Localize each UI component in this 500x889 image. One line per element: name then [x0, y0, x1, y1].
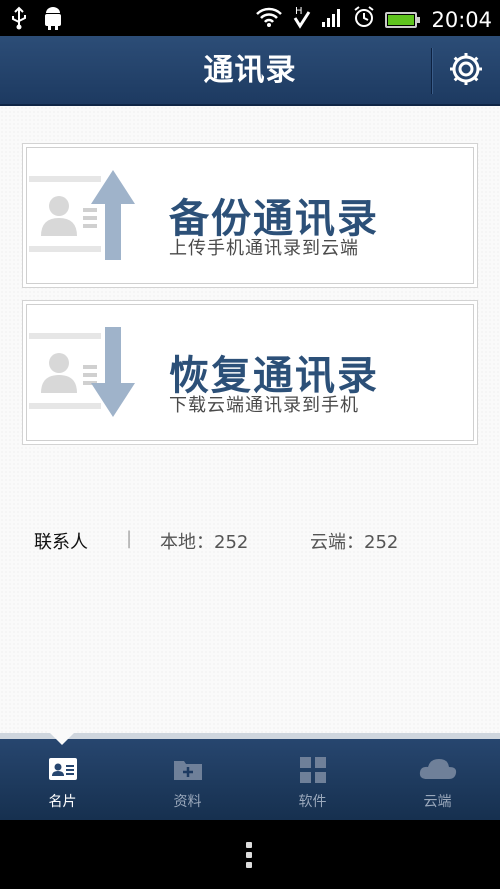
tab-label: 资料: [173, 794, 202, 810]
tab-label: 名片: [48, 794, 77, 810]
folder-add-icon: [173, 757, 203, 783]
contact-download-icon: [29, 319, 147, 435]
contact-stats: 联系人 | 本地：252 云端：252: [34, 526, 474, 556]
status-bar: H 20:04: [0, 0, 500, 36]
tab-apps[interactable]: 软件: [250, 757, 375, 821]
backup-contacts-card[interactable]: 备份通讯录 上传手机通讯录到云端: [22, 143, 478, 288]
battery-icon: [385, 12, 421, 28]
app-header: 通讯录: [0, 36, 500, 106]
system-nav-bar: [0, 820, 500, 889]
tab-business-card[interactable]: 名片: [0, 757, 125, 821]
business-card-icon: [48, 757, 78, 783]
tab-files[interactable]: 资料: [125, 757, 250, 821]
page-title: 通讯录: [203, 53, 297, 88]
contact-upload-icon: [29, 162, 147, 278]
gear-icon: [447, 50, 485, 92]
clock: 20:04: [431, 8, 492, 32]
sync-icon: H: [293, 4, 311, 36]
active-tab-pointer: [48, 731, 76, 745]
usb-icon: [10, 6, 28, 36]
tab-cloud[interactable]: 云端: [375, 757, 500, 821]
local-count: 本地：252: [160, 532, 249, 553]
tab-label: 云端: [423, 794, 452, 810]
stats-label: 联系人: [34, 532, 88, 553]
cloud-icon: [418, 757, 458, 783]
wifi-icon: [255, 6, 283, 34]
tab-label: 软件: [298, 794, 327, 810]
android-debug-icon: [42, 6, 64, 36]
alarm-icon: [353, 5, 375, 35]
stats-separator: |: [126, 528, 133, 549]
menu-dots-icon[interactable]: [246, 842, 252, 872]
settings-button[interactable]: [432, 36, 500, 106]
bottom-tab-bar: 名片 资料 软件 云端: [0, 731, 500, 821]
restore-contacts-card[interactable]: 恢复通讯录 下载云端通讯录到手机: [22, 300, 478, 445]
cloud-count: 云端：252: [310, 532, 399, 553]
apps-grid-icon: [298, 757, 328, 783]
svg-text:H: H: [295, 6, 303, 17]
signal-icon: [321, 6, 343, 34]
backup-subtitle: 上传手机通讯录到云端: [169, 238, 359, 259]
main-content: 备份通讯录 上传手机通讯录到云端 恢复通讯录 下载云端通讯录到手机 联系人 | …: [0, 106, 500, 733]
restore-subtitle: 下载云端通讯录到手机: [169, 395, 359, 416]
